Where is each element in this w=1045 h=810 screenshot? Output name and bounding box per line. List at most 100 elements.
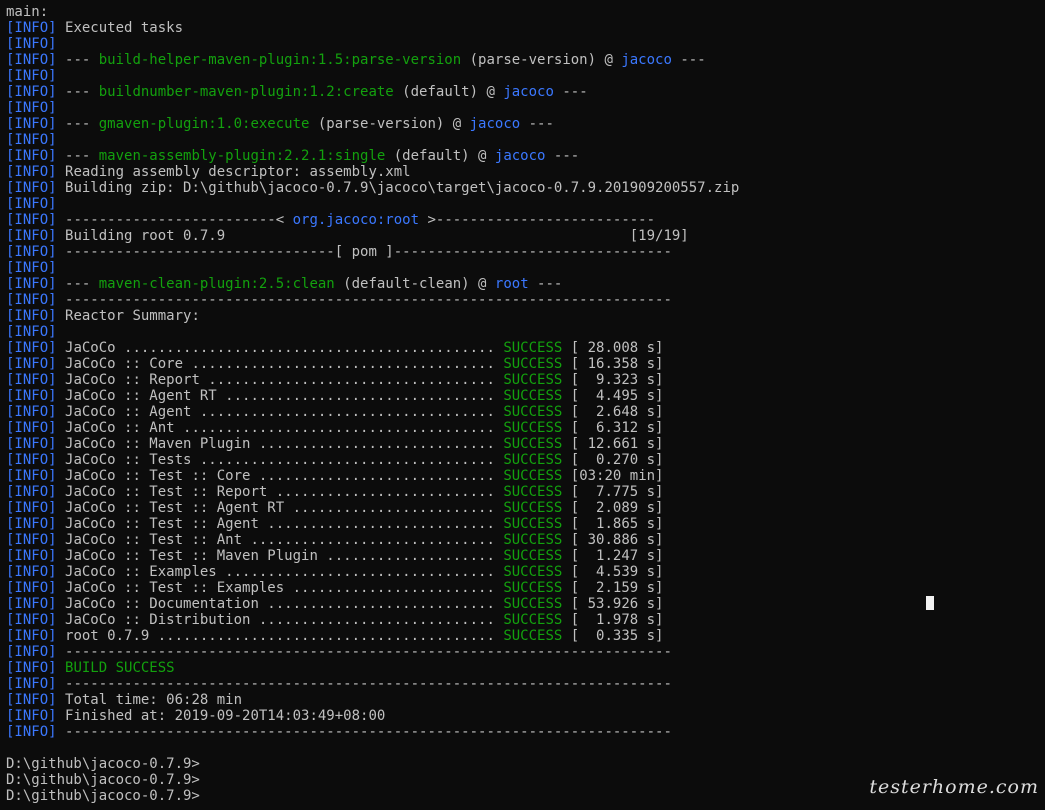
separator: ----------------------------------------… <box>65 292 672 308</box>
module-name: JaCoCo :: Test :: Maven Plugin .........… <box>65 548 495 564</box>
reactor-item: [INFO] JaCoCo :: Test :: Examples ......… <box>6 580 739 596</box>
status-success: SUCCESS <box>503 484 563 500</box>
plugin-line: [INFO] --- gmaven-plugin:1.0:execute (pa… <box>6 116 739 132</box>
status-success: SUCCESS <box>503 372 563 388</box>
module-name: root 0.7.9 .............................… <box>65 628 495 644</box>
prompt-line: main: <box>6 4 739 20</box>
reactor-item: [INFO] JaCoCo :: Agent .................… <box>6 404 739 420</box>
plugin-prefix: --- <box>65 84 99 100</box>
text-cursor <box>926 596 934 610</box>
plugin-project: jacoco <box>503 84 554 100</box>
info-tag: [INFO] <box>6 692 57 708</box>
info-tag: [INFO] <box>6 420 57 436</box>
info-tag: [INFO] <box>6 580 57 596</box>
module-duration: [03:20 min] <box>562 468 664 484</box>
reactor-item: [INFO] JaCoCo :: Agent RT ..............… <box>6 388 739 404</box>
info-tag: [INFO] <box>6 180 57 196</box>
info-line: [INFO] Reactor Summary: <box>6 308 739 324</box>
plugin-name: maven-assembly-plugin:2.2.1:single <box>98 148 386 164</box>
info-line: [INFO] ---------------------------------… <box>6 724 739 740</box>
command-prompt[interactable]: D:\github\jacoco-0.7.9> <box>6 772 739 788</box>
plugin-goal: (default) @ <box>393 84 504 100</box>
info-tag: [INFO] <box>6 324 57 340</box>
plugin-project: jacoco <box>494 148 546 164</box>
info-tag: [INFO] <box>6 388 57 404</box>
status-success: SUCCESS <box>503 612 563 628</box>
blank-info-line: [INFO] <box>6 260 739 276</box>
info-tag: [INFO] <box>6 164 57 180</box>
module-name: JaCoCo :: Test :: Agent RT .............… <box>65 500 495 516</box>
plugin-suffix: --- <box>545 148 580 164</box>
info-tag: [INFO] <box>6 532 57 548</box>
status-success: SUCCESS <box>503 596 563 612</box>
plugin-goal: (default) @ <box>385 148 495 164</box>
info-tag: [INFO] <box>6 564 57 580</box>
info-tag: [INFO] <box>6 436 57 452</box>
info-tag: [INFO] <box>6 132 57 148</box>
command-prompt[interactable]: D:\github\jacoco-0.7.9> <box>6 756 739 772</box>
info-tag: [INFO] <box>6 612 57 628</box>
plugin-goal: (parse-version) @ <box>309 116 470 132</box>
info-tag: [INFO] <box>6 484 57 500</box>
module-duration: [ 28.008 s] <box>562 340 664 356</box>
blank-info-line: [INFO] <box>6 132 739 148</box>
info-tag: [INFO] <box>6 708 57 724</box>
total-time: Total time: 06:28 min <box>65 692 243 708</box>
plugin-goal: (default-clean) @ <box>334 276 495 292</box>
reactor-item: [INFO] JaCoCo :: Tests .................… <box>6 452 739 468</box>
reactor-item: [INFO] JaCoCo :: Test :: Ant ...........… <box>6 532 739 548</box>
module-name: JaCoCo :: Test :: Agent ................… <box>65 516 495 532</box>
info-tag: [INFO] <box>6 20 57 36</box>
module-name: JaCoCo :: Test :: Ant ..................… <box>65 532 495 548</box>
info-tag: [INFO] <box>6 452 57 468</box>
plugin-goal: (parse-version) @ <box>461 52 622 68</box>
info-line: [INFO] Building root 0.7.9 [19/19] <box>6 228 739 244</box>
reactor-item: [INFO] JaCoCo :: Report ................… <box>6 372 739 388</box>
info-tag: [INFO] <box>6 356 57 372</box>
module-name: JaCoCo :: Test :: Core .................… <box>65 468 495 484</box>
console-output[interactable]: main: [INFO] Executed tasks [INFO] [INFO] … <box>6 4 739 804</box>
info-line: [INFO] Total time: 06:28 min <box>6 692 739 708</box>
plugin-suffix: --- <box>528 276 563 292</box>
module-duration: [ 4.539 s] <box>562 564 664 580</box>
building-root-text: Building root 0.7.9 [19/19] <box>65 228 689 244</box>
reactor-item: [INFO] JaCoCo :: Test :: Agent .........… <box>6 516 739 532</box>
blank-info-line: [INFO] <box>6 68 739 84</box>
packaging-line: --------------------------------[ pom ]-… <box>65 244 672 260</box>
reactor-item: [INFO] JaCoCo :: Core ..................… <box>6 356 739 372</box>
separator: ----------------------------------------… <box>65 724 672 740</box>
info-tag: [INFO] <box>6 644 57 660</box>
blank-info-line: [INFO] <box>6 36 739 52</box>
line-text: Building zip: D:\github\jacoco-0.7.9\jac… <box>65 180 740 196</box>
plugin-line: [INFO] --- maven-clean-plugin:2.5:clean … <box>6 276 739 292</box>
line-text: Executed tasks <box>65 20 184 36</box>
header-dashes-right: >-------------------------- <box>419 212 656 228</box>
status-success: SUCCESS <box>503 516 563 532</box>
info-line: [INFO] --------------------------------[… <box>6 244 739 260</box>
reactor-item: [INFO] JaCoCo :: Test :: Report ........… <box>6 484 739 500</box>
module-name: JaCoCo :: Documentation ................… <box>65 596 495 612</box>
status-success: SUCCESS <box>503 580 563 596</box>
info-line: [INFO] Reading assembly descriptor: asse… <box>6 164 739 180</box>
terminal-window[interactable]: main: [INFO] Executed tasks [INFO] [INFO] … <box>0 0 1045 810</box>
status-success: SUCCESS <box>503 356 563 372</box>
module-duration: [ 30.886 s] <box>562 532 664 548</box>
info-tag: [INFO] <box>6 68 57 84</box>
reactor-item: [INFO] JaCoCo :: Test :: Agent RT ......… <box>6 500 739 516</box>
header-dashes-left: -------------------------< <box>65 212 293 228</box>
info-tag: [INFO] <box>6 36 57 52</box>
plugin-prefix: --- <box>65 116 99 132</box>
reactor-summary-title: Reactor Summary: <box>65 308 200 324</box>
module-duration: [ 1.247 s] <box>562 548 664 564</box>
module-duration: [ 2.089 s] <box>562 500 664 516</box>
info-tag: [INFO] <box>6 148 57 164</box>
status-success: SUCCESS <box>503 500 563 516</box>
info-line: [INFO] ---------------------------------… <box>6 292 739 308</box>
command-prompt[interactable]: D:\github\jacoco-0.7.9> <box>6 788 739 804</box>
module-name: JaCoCo :: Core .........................… <box>65 356 495 372</box>
info-line: [INFO] ---------------------------------… <box>6 644 739 660</box>
module-name: JaCoCo :: Ant ..........................… <box>65 420 495 436</box>
plugin-line: [INFO] --- build-helper-maven-plugin:1.5… <box>6 52 739 68</box>
prompt-path: D:\github\jacoco-0.7.9> <box>6 756 200 772</box>
